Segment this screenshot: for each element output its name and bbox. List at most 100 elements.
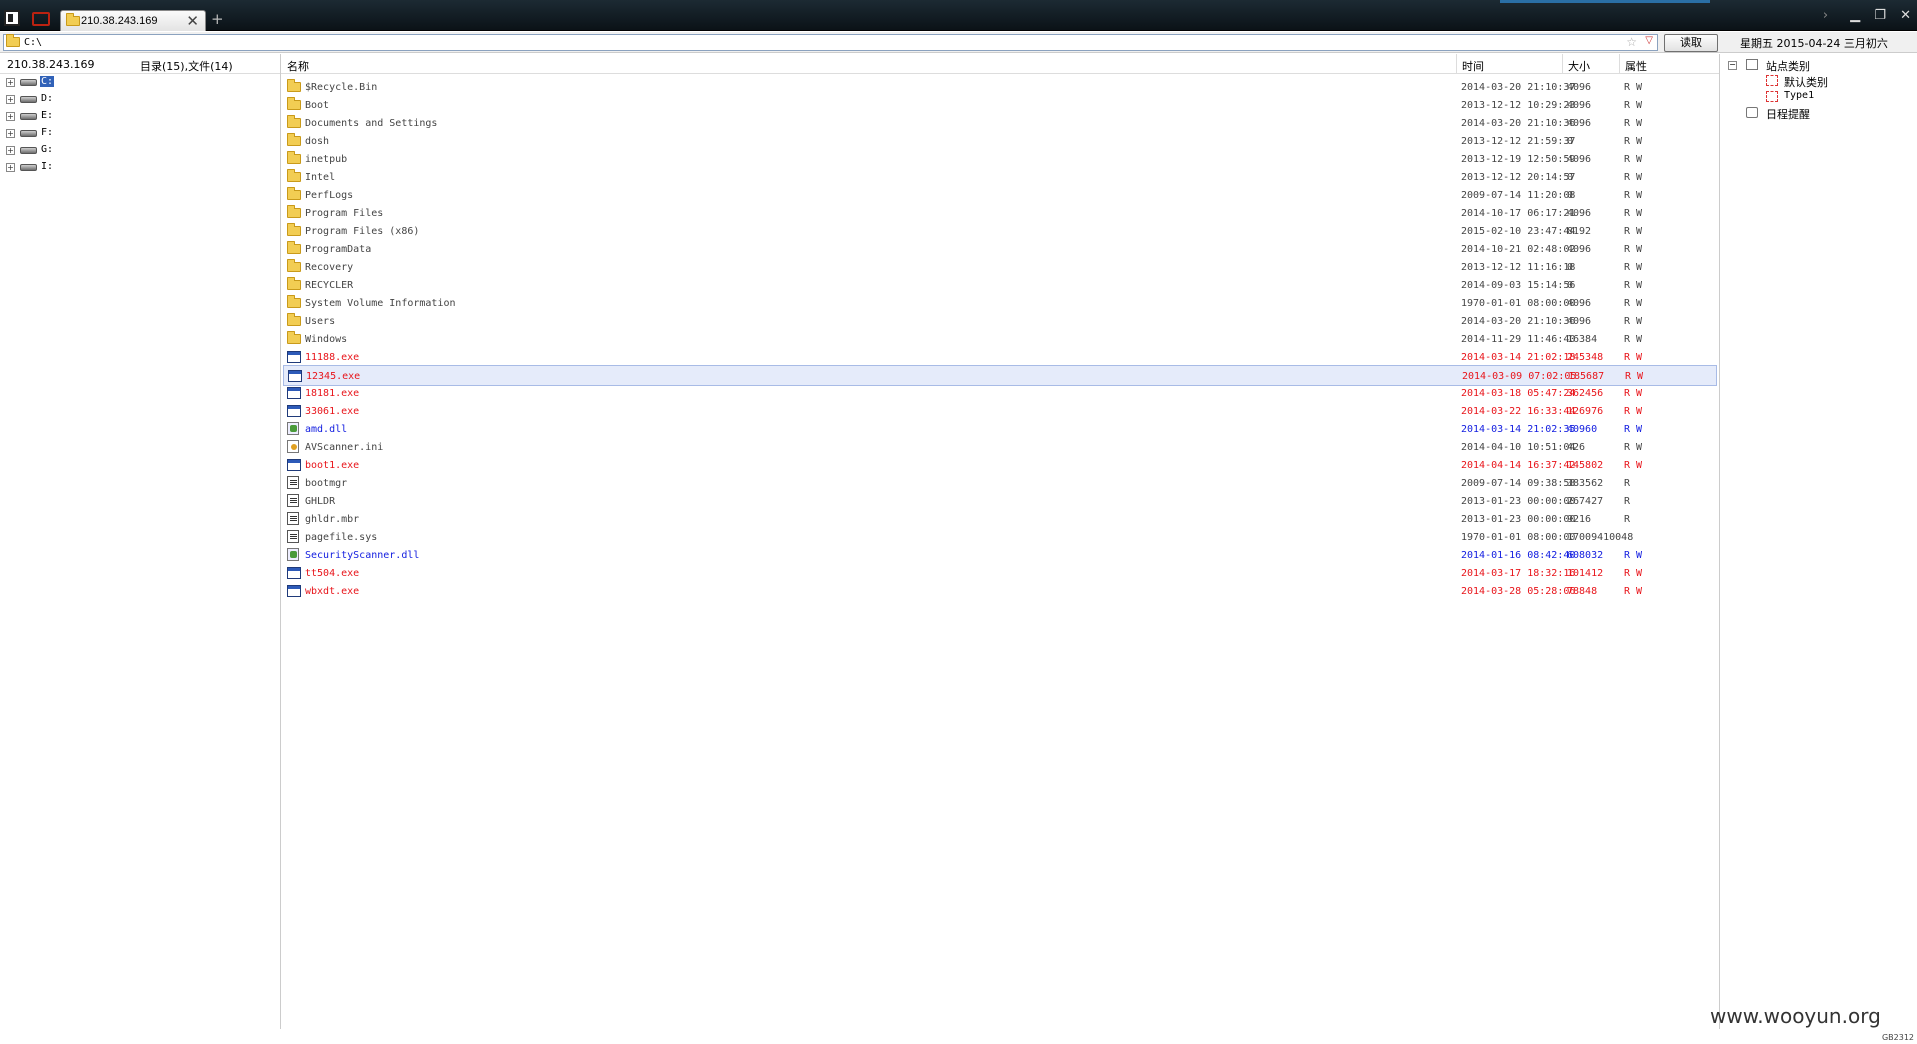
collapse-icon[interactable]: − xyxy=(1728,61,1737,70)
column-size[interactable]: 大小 xyxy=(1568,58,1590,74)
file-size: 16384 xyxy=(1567,334,1598,345)
folder-icon xyxy=(287,187,301,200)
exe-icon xyxy=(288,370,302,382)
expand-icon[interactable]: + xyxy=(6,163,15,172)
file-attr: R W xyxy=(1624,172,1643,183)
file-name: 18181.exe xyxy=(305,388,360,399)
expand-icon[interactable]: + xyxy=(6,78,15,87)
file-name: Users xyxy=(305,316,336,327)
column-separator[interactable] xyxy=(1456,54,1457,74)
file-time: 2013-12-12 11:16:18 xyxy=(1461,262,1576,273)
restore-icon[interactable]: ❐ xyxy=(1874,8,1886,23)
item-count-label: 目录(15),文件(14) xyxy=(140,60,233,73)
file-size: 101412 xyxy=(1567,568,1604,579)
file-name: bootmgr xyxy=(305,478,348,489)
file-name: inetpub xyxy=(305,154,348,165)
file-time: 2014-03-17 18:32:16 xyxy=(1461,568,1576,579)
file-time: 2013-12-12 21:59:37 xyxy=(1461,136,1576,147)
file-time: 2014-03-22 16:33:44 xyxy=(1461,406,1576,417)
file-time: 2014-03-14 21:02:18 xyxy=(1461,352,1576,363)
tree-item-drive[interactable]: + F: xyxy=(0,125,280,142)
file-time: 2014-03-28 05:28:06 xyxy=(1461,586,1576,597)
file-attr: R W xyxy=(1624,226,1643,237)
column-separator[interactable] xyxy=(1619,54,1620,74)
drive-tree-panel: 210.38.243.169 目录(15),文件(14) + C: + D: + E: + F… xyxy=(0,54,281,1029)
app-icon[interactable] xyxy=(4,10,20,26)
minimize-icon[interactable]: ▁ xyxy=(1850,8,1860,23)
drive-label: E: xyxy=(41,110,54,121)
file-attr: R W xyxy=(1624,460,1643,471)
file-size: 245348 xyxy=(1567,352,1604,363)
expand-icon[interactable]: + xyxy=(6,129,15,138)
file-name: Program Files (x86) xyxy=(305,226,420,237)
chevron-down-icon[interactable]: ▽ xyxy=(1645,35,1653,46)
file-size: 0 xyxy=(1567,172,1574,183)
tree-item-drive[interactable]: + E: xyxy=(0,108,280,125)
tree-item-drive[interactable]: + I: xyxy=(0,159,280,176)
drive-icon xyxy=(20,113,37,120)
file-attr: R W xyxy=(1624,586,1643,597)
file-name: ProgramData xyxy=(305,244,372,255)
default-category-node[interactable]: 默认类别 xyxy=(1728,74,1908,89)
site-category-node[interactable]: − 站点类别 xyxy=(1728,58,1908,73)
file-row[interactable]: wbxdt.exe 2014-03-28 05:28:06 78848 R W xyxy=(283,581,1717,602)
exe-icon xyxy=(287,387,301,399)
file-name: AVScanner.ini xyxy=(305,442,384,453)
file-time: 2014-03-20 21:10:36 xyxy=(1461,118,1576,129)
file-attr: R W xyxy=(1624,334,1643,345)
folder-icon xyxy=(66,13,80,26)
screen-capture-icon[interactable] xyxy=(32,12,50,26)
file-time: 2013-12-19 12:50:59 xyxy=(1461,154,1576,165)
file-attr: R xyxy=(1624,496,1631,507)
file-name: System Volume Information xyxy=(305,298,456,309)
expand-icon[interactable]: + xyxy=(6,112,15,121)
drive-label: D: xyxy=(41,93,54,104)
file-name: 33061.exe xyxy=(305,406,360,417)
folder-icon xyxy=(287,313,301,326)
file-name: ghldr.mbr xyxy=(305,514,360,525)
file-time: 2014-03-09 07:02:05 xyxy=(1462,371,1577,382)
file-attr: R W xyxy=(1624,388,1643,399)
drive-icon xyxy=(20,79,37,86)
star-icon[interactable]: ☆ xyxy=(1626,35,1637,49)
folder-icon xyxy=(6,34,20,47)
file-attr: R W xyxy=(1624,424,1643,435)
file-name: Windows xyxy=(305,334,348,345)
column-name[interactable]: 名称 xyxy=(287,58,309,74)
close-icon[interactable]: ✕ xyxy=(1900,8,1911,23)
path-input[interactable]: C:\ ☆ ▽ xyxy=(3,34,1658,51)
file-time: 2014-04-14 16:37:42 xyxy=(1461,460,1576,471)
file-attr: R W xyxy=(1624,208,1643,219)
file-time: 1970-01-01 08:00:00 xyxy=(1461,532,1576,543)
new-tab-icon[interactable]: + xyxy=(211,10,224,28)
file-attr: R W xyxy=(1624,406,1643,417)
schedule-node[interactable]: 日程提醒 xyxy=(1728,106,1908,121)
tree-item-drive[interactable]: + G: xyxy=(0,142,280,159)
file-attr: R W xyxy=(1624,316,1643,327)
file-name: GHLDR xyxy=(305,496,336,507)
tree-item-drive[interactable]: + C: xyxy=(0,74,280,91)
sys-icon xyxy=(287,512,299,525)
file-size: 0 xyxy=(1567,262,1574,273)
file-time: 2009-07-14 09:38:58 xyxy=(1461,478,1576,489)
column-time[interactable]: 时间 xyxy=(1462,58,1484,74)
site-category-label: 站点类别 xyxy=(1766,60,1810,73)
drive-icon xyxy=(20,130,37,137)
expand-icon[interactable]: + xyxy=(6,146,15,155)
type1-category-node[interactable]: Type1 xyxy=(1728,90,1908,105)
tab-remote-host[interactable]: 210.38.243.169 ✕ xyxy=(60,10,206,31)
expand-icon[interactable]: + xyxy=(6,95,15,104)
column-separator[interactable] xyxy=(1562,54,1563,74)
read-button[interactable]: 读取 xyxy=(1664,34,1718,52)
tab-close-icon[interactable]: ✕ xyxy=(186,12,199,30)
host-label: 210.38.243.169 xyxy=(7,58,95,71)
category-icon xyxy=(1746,59,1758,70)
sys-icon xyxy=(287,476,299,489)
exe-icon xyxy=(287,459,301,471)
column-attr[interactable]: 属性 xyxy=(1625,58,1647,74)
tree-item-drive[interactable]: + D: xyxy=(0,91,280,108)
watermark: www.wooyun.org xyxy=(1710,1004,1881,1028)
dll-icon xyxy=(287,422,299,435)
file-time: 2014-09-03 15:14:56 xyxy=(1461,280,1576,291)
chevron-right-icon[interactable]: › xyxy=(1823,8,1828,23)
